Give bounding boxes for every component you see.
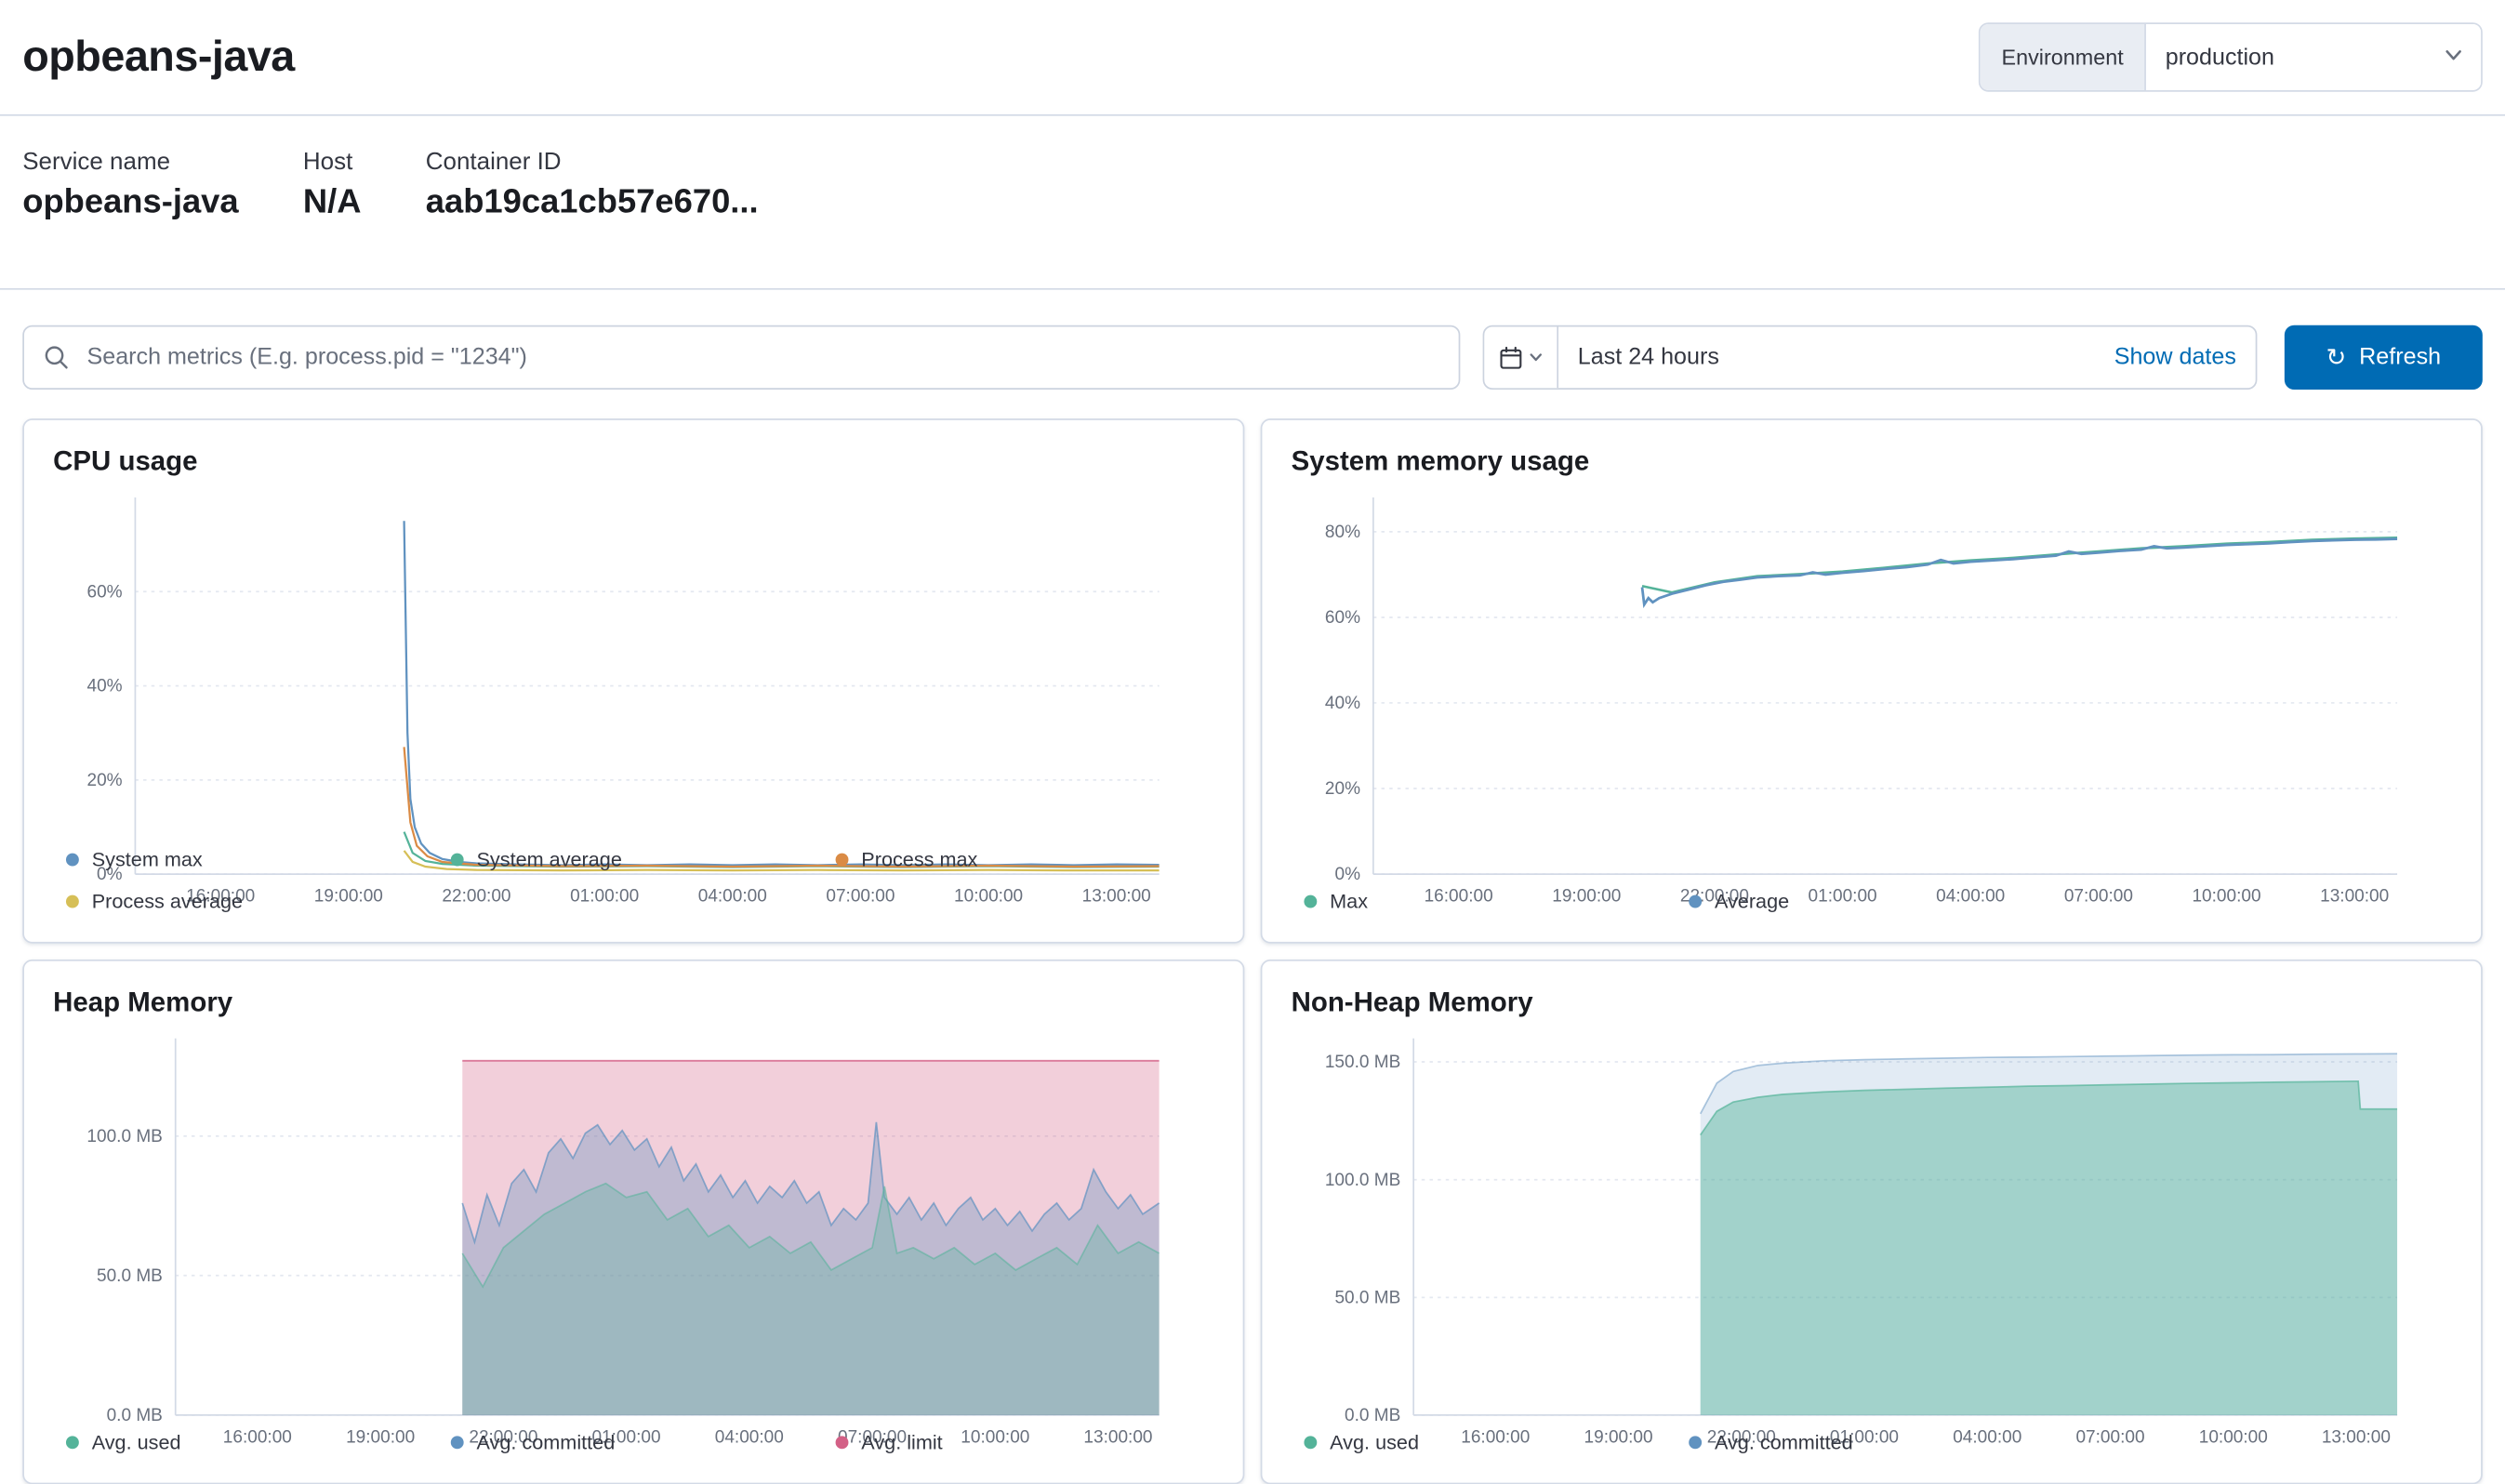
chart-canvas: 0.0 MB50.0 MB100.0 MB150.0 MB16:00:0019:… <box>1292 1026 2452 1457</box>
legend-item[interactable]: Average <box>1676 881 2061 922</box>
service-name-value: opbeans-java <box>22 183 238 222</box>
host-item: Host N/A <box>303 148 362 288</box>
time-range-value: Last 24 hours <box>1578 345 1719 371</box>
service-name-item: Service name opbeans-java <box>22 148 238 288</box>
refresh-button[interactable]: ↻ Refresh <box>2285 325 2483 390</box>
legend-dot <box>1304 1436 1317 1449</box>
legend-dot <box>1304 895 1317 908</box>
svg-text:150.0 MB: 150.0 MB <box>1325 1053 1400 1072</box>
page-header: opbeans-java Environment production <box>0 0 2505 116</box>
heap-memory-chart[interactable]: 0.0 MB50.0 MB100.0 MB16:00:0019:00:0022:… <box>53 1026 1213 1415</box>
environment-select-value: production <box>2166 45 2274 71</box>
chevron-down-icon <box>2443 43 2465 72</box>
svg-text:50.0 MB: 50.0 MB <box>97 1266 163 1286</box>
legend-item[interactable]: Avg. limit <box>823 1422 1208 1464</box>
environment-filter: Environment production <box>1979 22 2483 91</box>
cpu-usage-chart[interactable]: 0%20%40%60%16:00:0019:00:0022:00:0001:00… <box>53 484 1213 832</box>
legend-item[interactable]: Avg. used <box>1292 1422 1677 1464</box>
refresh-icon: ↻ <box>2326 345 2347 369</box>
svg-text:60%: 60% <box>86 582 122 602</box>
super-date-picker: Last 24 hours Show dates <box>1483 325 2258 390</box>
svg-text:100.0 MB: 100.0 MB <box>1325 1171 1400 1190</box>
apm-service-metrics-page: opbeans-java Environment production Serv… <box>0 0 2505 1484</box>
svg-text:60%: 60% <box>1325 608 1360 628</box>
metrics-toolbar: Last 24 hours Show dates ↻ Refresh <box>22 325 2483 390</box>
svg-text:40%: 40% <box>1325 694 1360 713</box>
chevron-down-icon <box>1527 350 1543 365</box>
svg-text:20%: 20% <box>1325 779 1360 799</box>
legend-dot <box>836 854 849 867</box>
environment-select[interactable]: production <box>2146 24 2481 90</box>
svg-text:100.0 MB: 100.0 MB <box>86 1127 162 1146</box>
host-value: N/A <box>303 183 362 222</box>
legend-label: Max <box>1330 890 1368 912</box>
chart-title: Non-Heap Memory <box>1292 987 2452 1019</box>
legend-label: Avg. limit <box>861 1431 942 1453</box>
svg-text:80%: 80% <box>1325 523 1360 542</box>
chart-title: Heap Memory <box>53 987 1213 1019</box>
calendar-icon <box>1498 345 1522 369</box>
legend-dot <box>66 1436 79 1449</box>
chart-title: CPU usage <box>53 446 1213 479</box>
container-id-item: Container ID aab19ca1cb57e670... <box>426 148 759 288</box>
search-icon <box>44 345 70 371</box>
host-label: Host <box>303 148 362 175</box>
legend-label: System average <box>476 848 621 870</box>
svg-text:50.0 MB: 50.0 MB <box>1334 1288 1400 1307</box>
environment-filter-label: Environment <box>1981 24 2146 90</box>
non-heap-memory-chart[interactable]: 0.0 MB50.0 MB100.0 MB150.0 MB16:00:0019:… <box>1292 1026 2452 1415</box>
chart-legend: Avg. used Avg. committed <box>1292 1415 2452 1464</box>
chart-title: System memory usage <box>1292 446 2452 479</box>
date-picker-button[interactable] <box>1484 326 1558 388</box>
chart-panel-system-memory-usage: System memory usage 0%20%40%60%80%16:00:… <box>1261 418 2483 943</box>
svg-text:40%: 40% <box>86 677 122 696</box>
chart-panel-non-heap-memory: Non-Heap Memory 0.0 MB50.0 MB100.0 MB150… <box>1261 960 2483 1484</box>
legend-dot <box>451 854 464 867</box>
legend-label: Avg. used <box>92 1431 181 1453</box>
legend-dot <box>451 1436 464 1449</box>
refresh-button-label: Refresh <box>2359 345 2441 371</box>
chart-canvas: 0.0 MB50.0 MB100.0 MB16:00:0019:00:0022:… <box>53 1026 1213 1457</box>
container-id-label: Container ID <box>426 148 759 175</box>
legend-dot <box>836 1436 849 1449</box>
legend-label: Average <box>1715 890 1789 912</box>
chart-legend: Max Average <box>1292 874 2452 922</box>
legend-label: Avg. used <box>1330 1431 1419 1453</box>
chart-panel-cpu-usage: CPU usage 0%20%40%60%16:00:0019:00:0022:… <box>22 418 1244 943</box>
time-range-field[interactable]: Last 24 hours Show dates <box>1558 326 2256 388</box>
legend-item[interactable]: Max <box>1292 881 1677 922</box>
legend-label: Avg. committed <box>1715 1431 1853 1453</box>
legend-label: System max <box>92 848 203 870</box>
legend-item[interactable]: Avg. committed <box>438 1422 823 1464</box>
legend-label: Process average <box>92 890 243 912</box>
service-name-label: Service name <box>22 148 238 175</box>
chart-legend: System max System average Process max Proce… <box>53 832 1213 922</box>
show-dates-link[interactable]: Show dates <box>2114 345 2236 371</box>
legend-label: Process max <box>861 848 977 870</box>
legend-dot <box>66 895 79 908</box>
metrics-search-box <box>22 325 1460 390</box>
legend-item[interactable]: System average <box>438 839 823 881</box>
chart-panel-heap-memory: Heap Memory 0.0 MB50.0 MB100.0 MB16:00:0… <box>22 960 1244 1484</box>
legend-item[interactable]: System max <box>53 839 438 881</box>
system-memory-usage-chart[interactable]: 0%20%40%60%80%16:00:0019:00:0022:00:0001… <box>1292 484 2452 874</box>
legend-item[interactable]: Avg. committed <box>1676 1422 2061 1464</box>
legend-item[interactable]: Avg. used <box>53 1422 438 1464</box>
legend-dot <box>1689 895 1702 908</box>
legend-dot <box>66 854 79 867</box>
legend-label: Avg. committed <box>476 1431 615 1453</box>
legend-item[interactable]: Process average <box>53 881 438 922</box>
chart-legend: Avg. used Avg. committed Avg. limit <box>53 1415 1213 1464</box>
svg-text:20%: 20% <box>86 771 122 790</box>
charts-grid: CPU usage 0%20%40%60%16:00:0019:00:0022:… <box>22 418 2483 1484</box>
legend-item[interactable]: Process max <box>823 839 1208 881</box>
legend-dot <box>1689 1436 1702 1449</box>
page-title: opbeans-java <box>22 33 295 83</box>
search-input[interactable] <box>84 343 1439 372</box>
chart-canvas: 0%20%40%60%80%16:00:0019:00:0022:00:0001… <box>1292 484 2452 916</box>
service-info-bar: Service name opbeans-java Host N/A Conta… <box>0 116 2505 290</box>
container-id-value: aab19ca1cb57e670... <box>426 183 759 222</box>
